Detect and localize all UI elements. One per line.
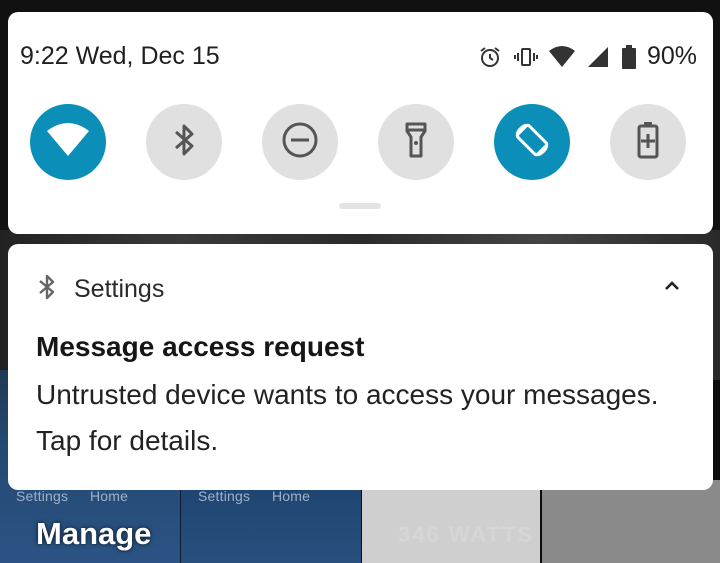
notification-title: Message access request [36,331,365,362]
thumb-label: Settings [16,488,69,504]
battery-percent: 90% [646,42,697,70]
notification-app-name: Settings [74,275,165,303]
battery-saver-icon [637,121,659,164]
quick-settings-tiles [8,104,713,180]
quick-settings-panel: 9:22 Wed, Dec 15 90% [8,12,713,234]
recent-photo-thumbnail[interactable] [542,480,720,563]
do-not-disturb-icon [281,121,319,164]
auto-rotate-tile[interactable] [494,104,570,180]
thumb-label: Home [90,488,129,504]
thumb-label: Home [272,488,311,504]
battery-icon [621,44,637,70]
notification-card[interactable]: Settings Message access request Untruste… [8,244,713,490]
wifi-icon [47,122,89,162]
wifi-tile[interactable] [30,104,106,180]
flashlight-icon [404,122,428,163]
status-time-date: 9:22 Wed, Dec 15 [20,42,220,70]
watts-text: 346 WATTS [398,522,535,547]
bluetooth-icon [38,274,56,305]
flashlight-tile[interactable] [378,104,454,180]
manage-button[interactable]: Manage [36,516,151,552]
notification-body: Untrusted device wants to access your me… [36,379,659,456]
auto-rotate-icon [512,120,552,165]
cellular-signal-icon [585,44,611,70]
notification-header: Settings [38,274,164,305]
do-not-disturb-tile[interactable] [262,104,338,180]
battery-saver-tile[interactable] [610,104,686,180]
alarm-icon [477,44,503,70]
status-icons: 90% [477,42,697,71]
bluetooth-tile[interactable] [146,104,222,180]
drag-handle[interactable] [339,203,381,209]
chevron-up-icon[interactable] [661,274,683,296]
bluetooth-icon [172,122,196,163]
thumb-label: Settings [198,488,251,504]
vibrate-icon [513,44,539,70]
wifi-icon [548,44,575,70]
